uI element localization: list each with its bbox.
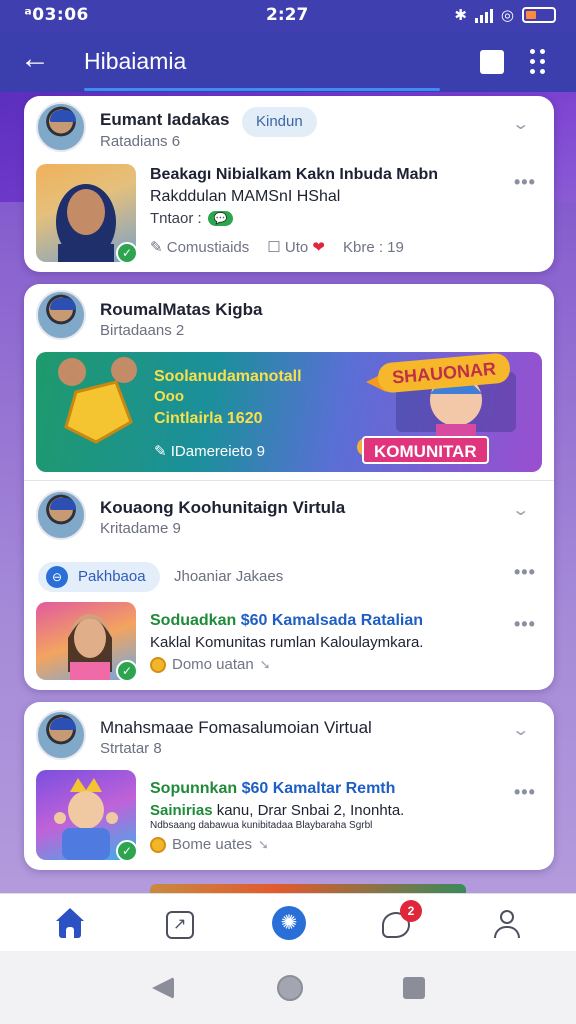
- author-name[interactable]: RoumalMatas Kigba: [100, 300, 262, 320]
- wifi-icon: ◎: [500, 6, 514, 24]
- home-icon[interactable]: [54, 908, 86, 940]
- author-subtitle: Birtadaans 2: [100, 322, 185, 339]
- group-pill[interactable]: ⊖ Pakhbaoa: [38, 562, 160, 592]
- post-body: Kaklal Komunitas rumlan Kaloulaymkara.: [150, 634, 424, 651]
- tab-underline: [84, 88, 440, 91]
- headline-blue: $60 Kamalsada Ratalian: [240, 612, 424, 629]
- heart-icon: ❤: [312, 239, 325, 256]
- banner-button[interactable]: KOMUNITAR: [362, 436, 489, 464]
- author-name[interactable]: Eumant Iadakas: [100, 110, 229, 130]
- reply-icon: ➘: [259, 656, 271, 672]
- community-icon[interactable]: ✺: [272, 906, 306, 940]
- author-subtitle: Ratadians 6: [100, 133, 181, 150]
- app-bar: ← Hibaiamia: [0, 32, 576, 92]
- post-headline-line-1: Beakagı Nibialkam Kakn Inbuda Mabn: [150, 166, 439, 183]
- chevron-down-icon[interactable]: ⌄: [511, 114, 530, 134]
- chat-icon: 💬: [207, 211, 234, 226]
- post-headline: Sopunnkan $60 Kamaltar Remth: [150, 780, 395, 798]
- back-arrow-icon[interactable]: ←: [20, 44, 50, 74]
- promo-banner[interactable]: Soolanudamanotall Ooo Cintlairla 1620 ✎ …: [36, 352, 542, 472]
- author-subtitle: Kritadame 9: [100, 520, 181, 537]
- grid-menu-icon[interactable]: [530, 49, 545, 74]
- post-body-small: Ndbsaang dabawua kunibitadaa Blaybaraha …: [150, 820, 373, 831]
- author-name[interactable]: Mnahsmaae Fomasalumoian Virtual: [100, 718, 372, 738]
- group-pill-label: Pakhbaoa: [78, 568, 146, 585]
- reply-icon: ➘: [258, 836, 269, 852]
- group-secondary: Jhoaniar Jakaes: [174, 568, 284, 585]
- kindun-pill[interactable]: Kindun: [242, 107, 317, 137]
- system-nav: [0, 951, 576, 1024]
- chevron-down-icon[interactable]: ⌄: [511, 500, 530, 520]
- post-headline-line-2: Rakddulan MAMSnI HShal: [150, 188, 341, 205]
- status-icons: ✱ ◎: [454, 6, 556, 24]
- post-tag-label: Tntaor :: [150, 210, 202, 227]
- headline-green: Soduadkan: [150, 612, 237, 629]
- author-name[interactable]: Kouaong Koohunitaign Virtula: [100, 498, 345, 518]
- post-body: Sainirias kanu, Drar Snbai 2, Inonhta.: [150, 802, 404, 819]
- divider: [24, 480, 554, 481]
- avatar[interactable]: [36, 490, 86, 540]
- headline-green: Sopunnkan: [150, 780, 238, 797]
- group-icon: ⊖: [46, 566, 68, 588]
- more-options-icon[interactable]: •••: [514, 614, 536, 635]
- post-tag: Tntaor : 💬: [150, 210, 234, 227]
- banner-line-3: Cintlairla 1620: [154, 410, 263, 427]
- post-headline: Soduadkan $60 Kamalsada Ratalian: [150, 612, 423, 630]
- more-options-icon[interactable]: •••: [514, 782, 536, 803]
- bluetooth-icon: ✱: [454, 6, 467, 24]
- banner-meta-label: IDamereieto: [170, 443, 253, 460]
- banner-meta: ✎ IDamereieto 9: [154, 443, 265, 460]
- like-label: Uto: [284, 239, 309, 256]
- status-time-left: ᵃ03:06: [24, 5, 89, 25]
- avatar[interactable]: [36, 102, 86, 152]
- battery-icon: [522, 7, 556, 23]
- system-recents-icon[interactable]: [403, 977, 425, 999]
- bottom-nav: ✺ 2: [0, 893, 576, 951]
- comment-action[interactable]: ✎ Comustiaids: [150, 238, 249, 256]
- body-green: Sainirias: [150, 802, 213, 819]
- author-subtitle: Strtatar 8: [100, 740, 162, 757]
- coin-icon: [150, 836, 166, 853]
- chat-badge-icon: ✓: [116, 840, 138, 862]
- page-title: Hibaiamia: [84, 48, 187, 74]
- share-icon[interactable]: [166, 911, 194, 939]
- coin-icon: [150, 656, 166, 673]
- banner-line-2: Ooo: [154, 388, 184, 405]
- post-meta-label: Bome uates: [172, 836, 253, 853]
- signal-icon: [474, 7, 493, 23]
- avatar[interactable]: [36, 290, 86, 340]
- chevron-down-icon[interactable]: ⌄: [511, 720, 530, 740]
- post-meta[interactable]: Bome uates ➘: [150, 836, 269, 853]
- notification-badge: 2: [400, 900, 422, 922]
- like-action[interactable]: ☐ Uto ❤: [267, 238, 325, 256]
- system-home-icon[interactable]: [277, 975, 303, 1001]
- post-card[interactable]: Mnahsmaae Fomasalumoian Virtual Strtatar…: [24, 702, 554, 870]
- status-bar: ᵃ03:06 2:27 ✱ ◎: [0, 0, 576, 32]
- more-options-icon[interactable]: •••: [514, 172, 536, 193]
- status-time: 2:27: [266, 5, 309, 25]
- chat-badge-icon: ✓: [116, 660, 138, 682]
- body-text: kanu, Drar Snbai 2, Inonhta.: [216, 802, 405, 819]
- post-card-group[interactable]: RoumalMatas Kigba Birtadaans 2 Soolanuda…: [24, 284, 554, 690]
- post-actions: ✎ Comustiaids ☐ Uto ❤ Kbre : 19: [150, 238, 404, 257]
- banner-line-1: Soolanudamanotall: [154, 368, 302, 385]
- comment-label: Comustiaids: [166, 239, 250, 256]
- headline-blue: $60 Kamaltar Remth: [241, 780, 396, 797]
- share-action[interactable]: Kbre : 19: [343, 239, 404, 256]
- more-options-icon[interactable]: •••: [514, 562, 536, 583]
- square-icon[interactable]: [480, 50, 504, 74]
- post-meta-label: Domo uatan: [172, 656, 254, 673]
- banner-meta-count: 9: [256, 443, 265, 460]
- chat-badge-icon: ✓: [116, 242, 138, 264]
- post-card[interactable]: Eumant Iadakas Ratadians 6 Kindun ⌄ ✓ ••…: [24, 96, 554, 272]
- system-back-icon[interactable]: [152, 977, 174, 999]
- post-meta[interactable]: Domo uatan ➘: [150, 656, 271, 673]
- profile-icon[interactable]: [492, 908, 524, 940]
- avatar[interactable]: [36, 710, 86, 760]
